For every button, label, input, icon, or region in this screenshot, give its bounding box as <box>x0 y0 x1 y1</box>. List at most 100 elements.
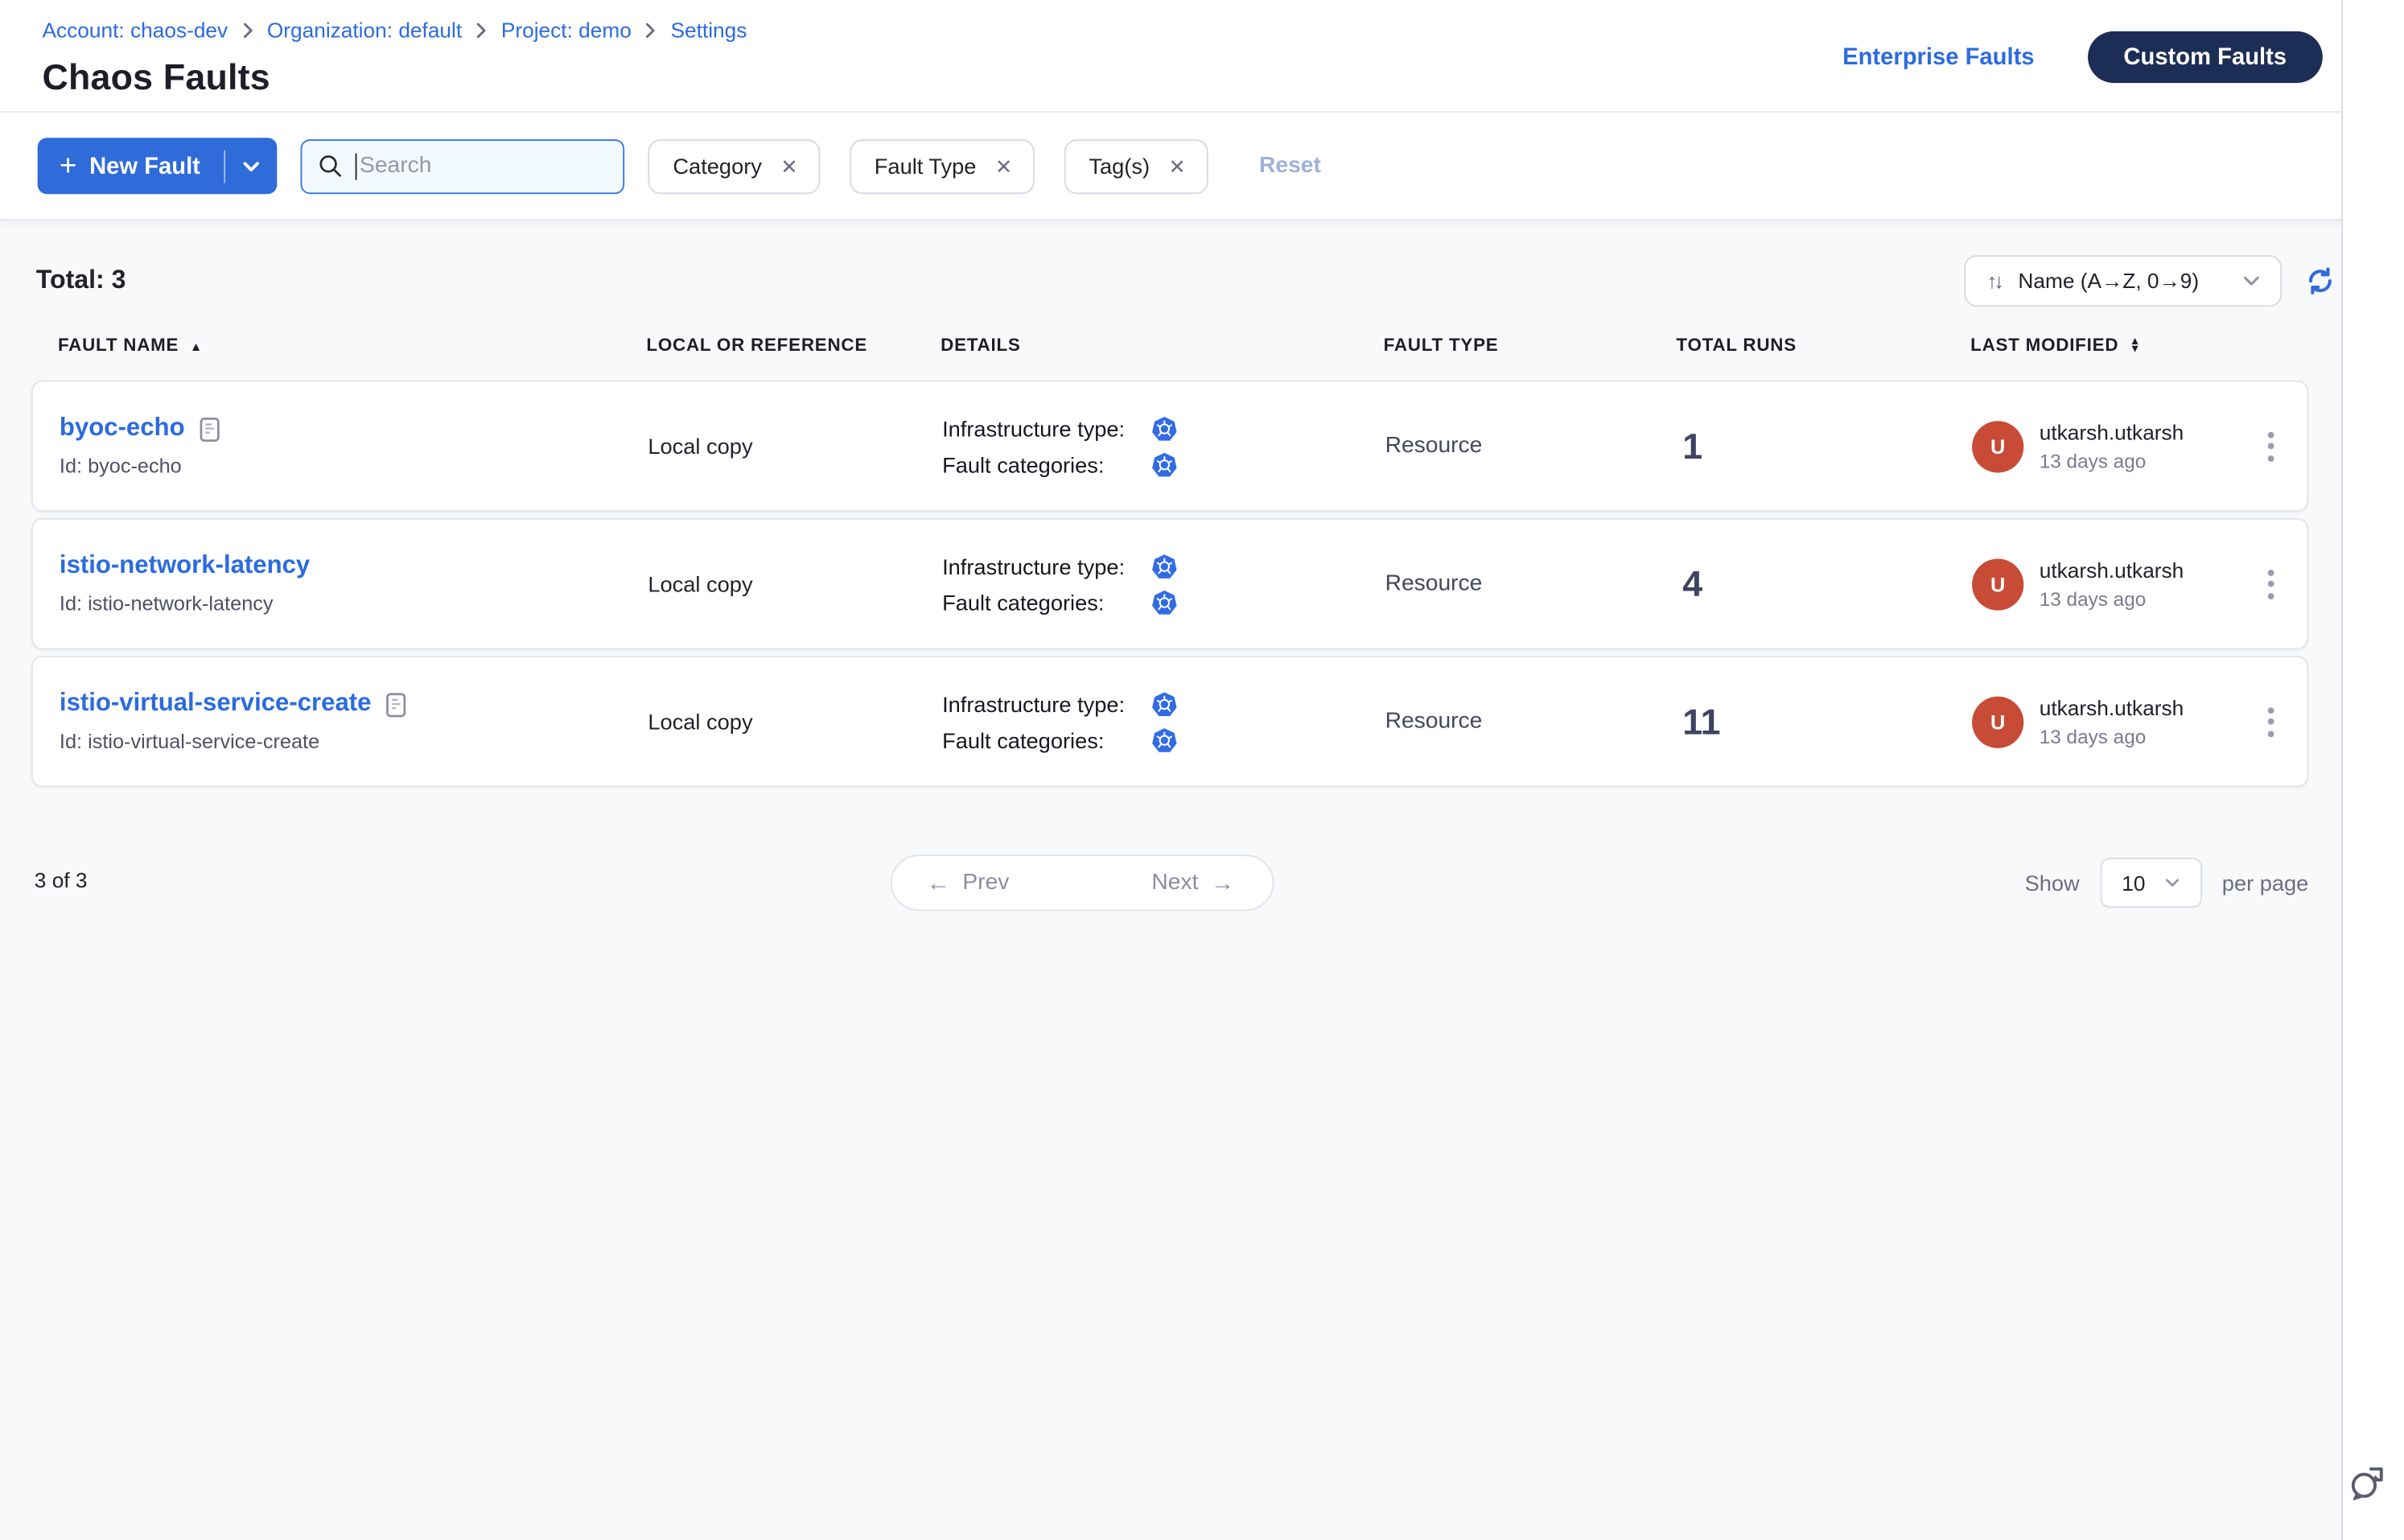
prev-page-button[interactable]: ←Prev <box>892 856 1040 909</box>
filter-label: Tag(s) <box>1089 154 1150 179</box>
sort-arrows-icon: ↑↓ <box>1987 270 2002 293</box>
kubernetes-icon <box>1152 451 1177 476</box>
fault-name-link[interactable]: istio-virtual-service-create <box>60 690 372 719</box>
kubernetes-icon <box>1152 415 1177 440</box>
column-last-modified[interactable]: LAST MODIFIED▲▼ <box>1970 336 2308 355</box>
page-1-button[interactable]: 1 <box>1040 856 1120 909</box>
sort-select[interactable]: ↑↓ Name (A→Z, 0→9) <box>1965 255 2282 307</box>
close-icon[interactable]: ✕ <box>995 156 1012 176</box>
modified-time: 13 days ago <box>2040 450 2184 471</box>
avatar[interactable]: U <box>1972 420 2023 471</box>
breadcrumb-project[interactable]: Project: demo <box>501 19 632 42</box>
kubernetes-icon <box>1152 589 1177 614</box>
total-count: Total: 3 <box>36 266 126 296</box>
breadcrumb-account[interactable]: Account: chaos-dev <box>43 19 228 42</box>
new-fault-label: New Fault <box>89 153 200 179</box>
new-fault-button[interactable]: + New Fault <box>38 138 224 194</box>
top-bar: Account: chaos-dev Organization: default… <box>0 0 2404 113</box>
search-input[interactable] <box>360 154 607 179</box>
fault-id: Id: istio-virtual-service-create <box>60 730 648 753</box>
fault-type: Resource <box>1385 571 1678 596</box>
refresh-icon <box>2304 265 2337 298</box>
kubernetes-icon <box>1152 554 1177 579</box>
fault-name-link[interactable]: istio-network-latency <box>60 553 310 581</box>
page-title: Chaos Faults <box>43 56 270 99</box>
next-page-button[interactable]: Next→ <box>1121 856 1272 909</box>
sort-label: Name (A→Z, 0→9) <box>2018 270 2199 293</box>
chevron-right-icon <box>645 22 657 39</box>
filter-chips: Category ✕ Fault Type ✕ Tag(s) ✕ <box>648 138 1208 193</box>
fault-id: Id: byoc-echo <box>60 454 648 477</box>
sort-asc-icon: ▲ <box>190 339 203 353</box>
column-fault-type: FAULT TYPE <box>1384 336 1677 355</box>
row-menu-button[interactable] <box>2258 422 2283 470</box>
avatar[interactable]: U <box>1972 558 2023 610</box>
list-controls: Total: 3 ↑↓ Name (A→Z, 0→9) <box>36 255 2337 307</box>
refresh-button[interactable] <box>2304 265 2337 298</box>
fault-type: Resource <box>1385 709 1678 734</box>
breadcrumb: Account: chaos-dev Organization: default… <box>43 19 747 42</box>
local-or-reference: Local copy <box>648 709 942 734</box>
arrow-right-icon: → <box>1211 870 1234 896</box>
new-fault-dropdown-button[interactable] <box>225 138 277 194</box>
infrastructure-type-label: Infrastructure type: <box>942 415 1146 440</box>
modified-by: utkarsh.utkarsh <box>2040 420 2184 443</box>
custom-faults-button[interactable]: Custom Faults <box>2088 31 2323 82</box>
fault-categories-label: Fault categories: <box>942 727 1146 752</box>
close-icon[interactable]: ✕ <box>780 156 797 176</box>
modified-by: utkarsh.utkarsh <box>2040 558 2184 582</box>
filter-fault-type[interactable]: Fault Type ✕ <box>850 138 1035 193</box>
fault-row: istio-virtual-service-create Id: istio-v… <box>31 656 2308 787</box>
filter-tags[interactable]: Tag(s) ✕ <box>1064 138 1208 193</box>
modified-by: utkarsh.utkarsh <box>2040 696 2184 719</box>
close-icon[interactable]: ✕ <box>1168 156 1185 176</box>
details-cell: Infrastructure type: Fault categories: <box>942 415 1385 476</box>
row-menu-button[interactable] <box>2258 698 2283 746</box>
row-menu-button[interactable] <box>2258 559 2283 607</box>
fault-name-link[interactable]: byoc-echo <box>60 415 185 443</box>
new-fault-split-button: + New Fault <box>38 138 278 194</box>
local-or-reference: Local copy <box>648 434 942 459</box>
total-runs: 11 <box>1677 701 1972 743</box>
scrollbar-track[interactable] <box>2341 0 2404 1540</box>
chat-widget-icon[interactable] <box>2348 1462 2390 1512</box>
chaos-faults-page: Account: chaos-dev Organization: default… <box>0 0 2404 1540</box>
details-cell: Infrastructure type: Fault categories: <box>942 691 1385 752</box>
page-size-controls: Show 10 per page <box>2025 854 2309 911</box>
chevron-right-icon <box>242 22 253 39</box>
column-total-runs: TOTAL RUNS <box>1676 336 1970 355</box>
kubernetes-icon <box>1152 691 1177 716</box>
filter-label: Category <box>673 154 762 179</box>
last-modified-cell: U utkarsh.utkarsh 13 days ago <box>1972 558 2255 610</box>
show-label: Show <box>2025 871 2080 896</box>
pagination-range: 3 of 3 <box>35 869 88 892</box>
chevron-down-icon <box>242 160 259 171</box>
filter-category[interactable]: Category ✕ <box>648 138 819 193</box>
search-box[interactable] <box>300 138 624 193</box>
fault-doc-icon <box>385 691 407 718</box>
modified-time: 13 days ago <box>2040 587 2184 609</box>
kubernetes-icon <box>1152 727 1177 752</box>
plus-icon: + <box>60 151 77 181</box>
fault-doc-icon <box>199 415 220 442</box>
table-header: FAULT NAME▲ LOCAL OR REFERENCE DETAILS F… <box>58 336 2308 355</box>
enterprise-faults-link[interactable]: Enterprise Faults <box>1842 43 2034 69</box>
page-size-select[interactable]: 10 <box>2100 858 2202 908</box>
column-fault-name[interactable]: FAULT NAME▲ <box>58 336 646 355</box>
fault-categories-label: Fault categories: <box>942 589 1146 614</box>
avatar[interactable]: U <box>1972 696 2023 747</box>
filter-label: Fault Type <box>875 154 977 179</box>
top-bar-actions: Enterprise Faults Custom Faults <box>1842 0 2323 113</box>
text-caret <box>355 153 356 179</box>
fault-categories-label: Fault categories: <box>942 451 1146 476</box>
reset-filters-button[interactable]: Reset <box>1259 154 1321 179</box>
column-local-or-reference: LOCAL OR REFERENCE <box>646 336 941 355</box>
local-or-reference: Local copy <box>648 571 942 596</box>
search-icon <box>318 154 343 179</box>
fault-rows: byoc-echo Id: byoc-echo Local copy Infra… <box>31 381 2308 788</box>
breadcrumb-settings[interactable]: Settings <box>671 19 747 42</box>
total-runs: 4 <box>1677 562 1972 605</box>
infrastructure-type-label: Infrastructure type: <box>942 554 1146 579</box>
chevron-down-icon <box>2164 878 2180 887</box>
breadcrumb-organization[interactable]: Organization: default <box>267 19 462 42</box>
